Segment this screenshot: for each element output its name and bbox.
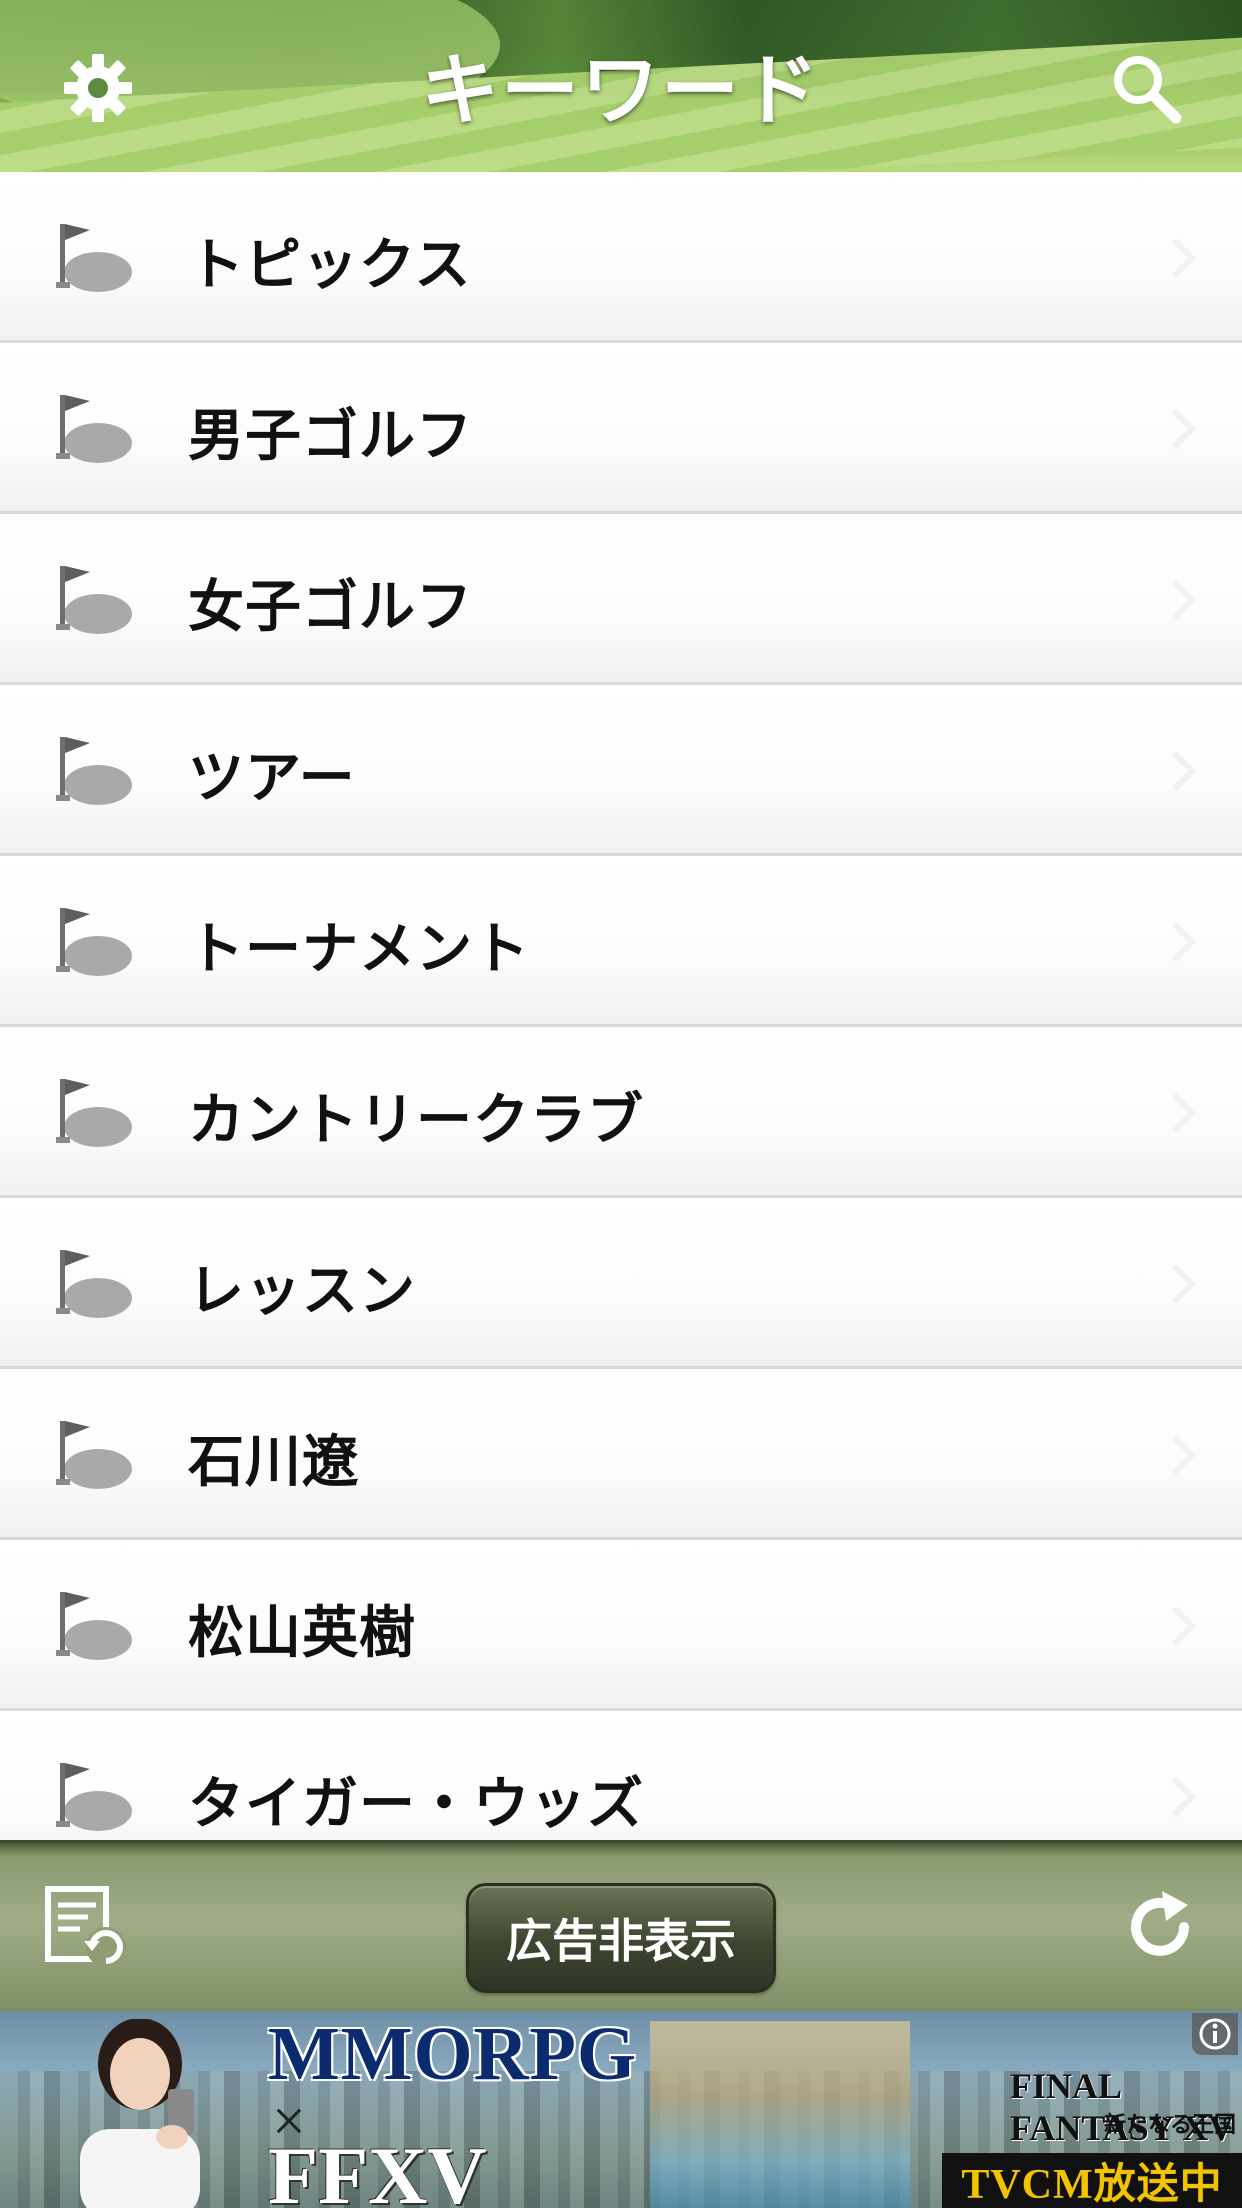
- list-item[interactable]: トピックス: [0, 172, 1242, 343]
- chevron-right-icon: [1171, 1776, 1197, 1818]
- golf-flag-icon: [56, 737, 132, 805]
- golf-flag-icon: [56, 1763, 132, 1831]
- list-item[interactable]: 女子ゴルフ: [0, 514, 1242, 685]
- list-item-label: レッスン: [188, 1259, 416, 1324]
- list-item[interactable]: 石川遼: [0, 1369, 1242, 1540]
- list-item[interactable]: タイガー・ウッズ: [0, 1711, 1242, 1840]
- header-bar: キーワード: [0, 0, 1242, 172]
- list-item-label: 男子ゴルフ: [188, 404, 473, 469]
- ad-background-palace: [650, 2021, 910, 2208]
- list-item-label: 女子ゴルフ: [188, 575, 473, 640]
- archive-refresh-icon: [45, 1886, 126, 1967]
- ad-info-button[interactable]: [1192, 2013, 1238, 2055]
- search-icon: [1114, 56, 1182, 124]
- golf-flag-icon: [56, 1250, 132, 1318]
- list-item[interactable]: ツアー: [0, 685, 1242, 856]
- list-item[interactable]: レッスン: [0, 1198, 1242, 1369]
- refresh-icon: [1131, 1891, 1189, 1956]
- list-item-label: ツアー: [188, 746, 356, 811]
- bottom-toolbar: 広告非表示: [0, 1840, 1242, 2014]
- golf-flag-icon: [56, 1421, 132, 1489]
- hide-ads-button[interactable]: 広告非表示: [466, 1883, 776, 1993]
- list-item[interactable]: 男子ゴルフ: [0, 343, 1242, 514]
- info-icon: [1199, 2018, 1231, 2050]
- golf-flag-icon: [56, 908, 132, 976]
- list-item-label: カントリークラブ: [188, 1088, 644, 1153]
- ad-model-image: [80, 2019, 200, 2208]
- list-item[interactable]: 松山英樹: [0, 1540, 1242, 1711]
- keyword-list: トピックス 男子ゴルフ 女子ゴルフ ツアー トーナメント カントリークラブ レッ…: [0, 172, 1242, 1840]
- golf-flag-icon: [56, 1592, 132, 1660]
- golf-flag-icon: [56, 224, 132, 292]
- chevron-right-icon: [1171, 921, 1197, 963]
- chevron-right-icon: [1171, 750, 1197, 792]
- chevron-right-icon: [1171, 579, 1197, 621]
- list-item-label: タイガー・ウッズ: [188, 1772, 644, 1837]
- list-item-label: 石川遼: [188, 1430, 359, 1495]
- archive-refresh-button[interactable]: [44, 1885, 130, 1971]
- ad-game-subtitle: 新たなる王国: [1104, 2112, 1237, 2137]
- chevron-right-icon: [1171, 1092, 1197, 1134]
- search-button[interactable]: [1106, 48, 1186, 128]
- chevron-right-icon: [1171, 408, 1197, 450]
- ad-banner[interactable]: MMORPG × FFXV FINAL FANTASY XV 新たなる王国 TV…: [0, 2011, 1242, 2208]
- ad-game-name: FFXV: [268, 2130, 487, 2208]
- list-item-label: トーナメント: [188, 917, 530, 982]
- golf-flag-icon: [56, 1079, 132, 1147]
- golf-flag-icon: [56, 395, 132, 463]
- chevron-right-icon: [1171, 1263, 1197, 1305]
- chevron-right-icon: [1171, 1605, 1197, 1647]
- golf-flag-icon: [56, 566, 132, 634]
- list-item[interactable]: カントリークラブ: [0, 1027, 1242, 1198]
- list-item-label: 松山英樹: [188, 1601, 416, 1666]
- list-item-label: トピックス: [188, 233, 472, 298]
- chevron-right-icon: [1171, 1434, 1197, 1476]
- ad-badge: TVCM放送中: [942, 2153, 1242, 2208]
- page-title: キーワード: [420, 46, 821, 136]
- ad-headline: MMORPG: [268, 2012, 638, 2096]
- refresh-button[interactable]: [1122, 1887, 1202, 1967]
- list-item[interactable]: トーナメント: [0, 856, 1242, 1027]
- chevron-right-icon: [1171, 237, 1197, 279]
